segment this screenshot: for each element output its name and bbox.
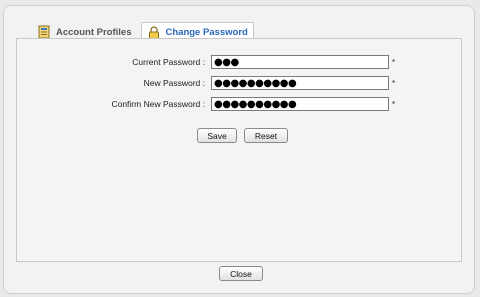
confirm-password-label: Confirm New Password : bbox=[111, 99, 205, 109]
profile-card-icon bbox=[37, 25, 51, 39]
confirm-password-input[interactable]: ●●●●●●●●●● bbox=[211, 97, 389, 111]
current-password-row: Current Password : ●●● * bbox=[17, 55, 395, 69]
new-password-row: New Password : ●●●●●●●●●● * bbox=[17, 76, 395, 90]
save-button[interactable]: Save bbox=[197, 128, 237, 143]
current-password-input[interactable]: ●●● bbox=[211, 55, 389, 69]
password-form-panel: Current Password : ●●● * New Password : … bbox=[16, 38, 462, 262]
required-marker: * bbox=[392, 57, 396, 67]
required-marker: * bbox=[392, 78, 396, 88]
reset-button[interactable]: Reset bbox=[244, 128, 288, 143]
current-password-label: Current Password : bbox=[132, 57, 205, 67]
change-password-dialog: Account Profiles Change Password Current… bbox=[3, 5, 475, 294]
tab-change-password-label: Change Password bbox=[165, 27, 248, 38]
new-password-input[interactable]: ●●●●●●●●●● bbox=[211, 76, 389, 90]
required-marker: * bbox=[392, 99, 396, 109]
tab-account-profiles-label: Account Profiles bbox=[56, 26, 132, 38]
confirm-password-row: Confirm New Password : ●●●●●●●●●● * bbox=[17, 97, 395, 111]
close-button[interactable]: Close bbox=[219, 266, 263, 281]
new-password-label: New Password : bbox=[143, 78, 205, 88]
